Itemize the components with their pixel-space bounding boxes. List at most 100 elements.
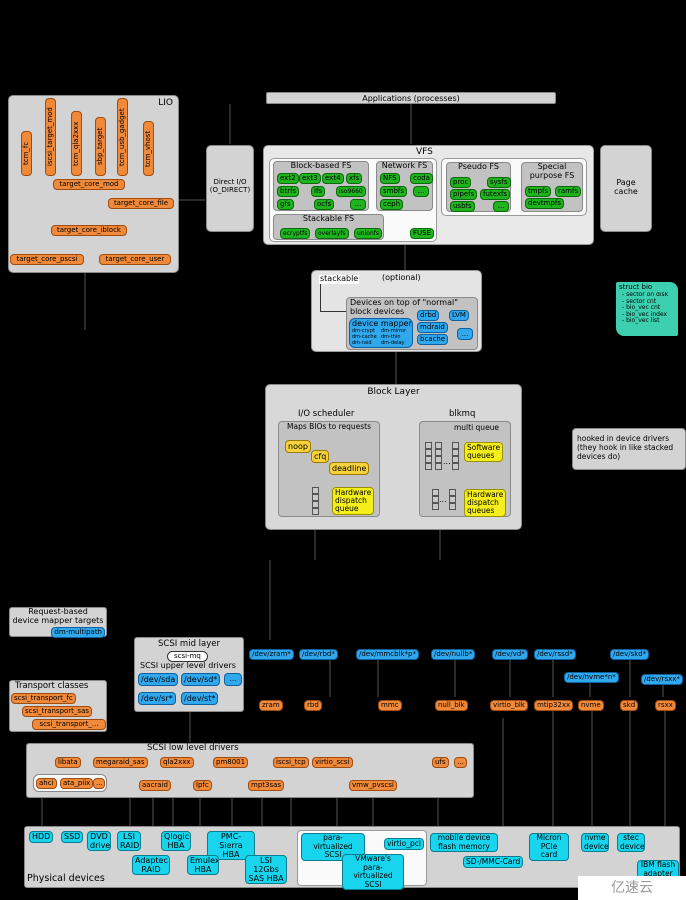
- scsi-upper-item: /dev/sr*: [138, 692, 176, 705]
- physical-device: DVD drive: [87, 831, 111, 851]
- block-driver: mtip32xx: [534, 700, 574, 711]
- libata-driver-more: ...: [93, 778, 105, 789]
- block-driver: mmc: [378, 700, 402, 711]
- scsi-mid-title: SCSI mid layer: [158, 639, 220, 649]
- stacked-item: LVM: [449, 310, 469, 321]
- queue-slot: [452, 442, 459, 449]
- transport-item: scsi_transport_sas: [22, 706, 93, 717]
- fs-item: ext4: [322, 173, 344, 184]
- scsi-upper-item: /dev/sda: [138, 673, 179, 686]
- io-scheduler-group: Maps BIOs to requests noop cfq deadline …: [278, 421, 380, 517]
- dev-node: /dev/skd*: [610, 649, 650, 660]
- queue-slot: [312, 487, 319, 494]
- physical-device: mobile device flash memory: [430, 833, 498, 852]
- scsi-driver: ufs: [432, 757, 449, 768]
- scsi-driver: qla2xxx: [160, 757, 194, 768]
- libata-driver: ahci: [36, 778, 57, 789]
- queue-slot: [449, 489, 456, 496]
- scsi-driver: lpfc: [193, 780, 212, 791]
- libata-group: ahci ata_piix ...: [33, 774, 107, 792]
- queue-slot: [425, 442, 432, 449]
- scheduler-cfq: cfq: [311, 450, 330, 463]
- queue-slot: [435, 442, 442, 449]
- physical-device: Emulex HBA: [187, 855, 219, 875]
- vfs-right-group: Pseudo FS proc sysfs pipefs futexfs usbf…: [441, 158, 587, 216]
- fabric-module: tcm_vhost: [143, 121, 154, 176]
- lio-backend: target_core_user: [99, 254, 171, 265]
- io-scheduler-title: I/O scheduler: [298, 409, 355, 419]
- virtual-devices-group: para-virtualized SCSI virtio_pci VMware'…: [297, 830, 427, 890]
- stacked-devices-group: Devices on top of "normal" block devices…: [346, 297, 478, 350]
- struct-bio-title: struct bio: [619, 283, 653, 291]
- block-layer-title: Block Layer: [367, 387, 420, 397]
- transport-item: scsi_transport_...: [32, 719, 106, 730]
- hooked-note-line: (they hook in like stacked: [577, 443, 674, 452]
- queue-ellipsis: ...: [439, 495, 447, 504]
- block-driver: rbd: [304, 700, 322, 711]
- blkmq-subtitle: multi queue: [454, 423, 500, 432]
- physical-device: virtio_pci: [384, 838, 424, 850]
- physical-device: nvme device: [581, 833, 609, 852]
- transport-classes-panel: Transport classes scsi_transport_fc scsi…: [9, 680, 107, 732]
- fs-item: coda: [410, 173, 433, 184]
- network-fs: Network FS NFS coda smbfs ... ceph: [376, 161, 433, 211]
- fs-item: overlayfs: [315, 228, 349, 239]
- stackable-fs-title: Stackable FS: [302, 214, 355, 223]
- fs-item: iso9660: [336, 186, 366, 197]
- fs-item: sysfs: [487, 177, 511, 188]
- page-cache-box: Page cache: [600, 145, 652, 232]
- physical-title: Physical devices: [27, 873, 105, 884]
- fs-item: ramfs: [555, 186, 582, 197]
- scsi-driver: libata: [55, 757, 81, 768]
- scheduler-noop: noop: [285, 440, 311, 453]
- block-driver: rsxx: [655, 700, 676, 711]
- applications-label: Applications (processes): [362, 94, 460, 103]
- fs-item: ext2: [277, 173, 299, 184]
- vfs-title: VFS: [416, 147, 433, 157]
- dm-multipath: dm-multipath: [51, 627, 105, 638]
- scsi-driver-more: ...: [454, 757, 467, 768]
- queue-slot: [435, 463, 442, 470]
- pseudo-fs-title: Pseudo FS: [458, 162, 499, 171]
- fabric-module: tcm_fc: [21, 131, 32, 176]
- scsi-low-title: SCSI low level drivers: [147, 743, 239, 753]
- hw-dispatch-queues: Hardware dispatch queues: [464, 489, 507, 517]
- block-driver: zram: [259, 700, 283, 711]
- physical-device: LSI 12Gbs SAS HBA: [245, 855, 287, 884]
- physical-device: Micron PCIe card: [529, 833, 569, 861]
- hw-dispatch-queue: Hardware dispatch queue: [332, 487, 375, 515]
- fs-item: proc: [450, 177, 472, 188]
- scsi-upper-item: /dev/sd*: [181, 673, 221, 686]
- queue-slot: [312, 494, 319, 501]
- fs-item: futexfs: [480, 189, 511, 200]
- stacked-item-more: ...: [457, 328, 473, 340]
- vfs-panel: VFS Block-based FS ext2 ext3 ext4 xfs bt…: [263, 145, 594, 245]
- queue-slot: [435, 449, 442, 456]
- request-dm-subtitle: device mapper targets: [12, 615, 104, 625]
- fs-item-more: ...: [493, 201, 509, 212]
- stacked-subtitle: block devices: [350, 307, 405, 316]
- scsi-driver: iscsi_tcp: [273, 757, 309, 768]
- blkmq-title: blkmq: [449, 409, 476, 419]
- fs-item-more: ...: [413, 186, 429, 197]
- fuse: FUSE: [410, 228, 435, 239]
- block-driver: skd: [620, 700, 639, 711]
- io-scheduler-subtitle: Maps BIOs to requests: [287, 422, 372, 431]
- physical-device: SSD: [61, 831, 84, 843]
- fs-item: ceph: [380, 199, 404, 210]
- lio-backend: target_core_iblock: [51, 225, 127, 236]
- fs-item: xfs: [346, 173, 363, 184]
- software-queues: Software queues: [464, 442, 504, 462]
- dev-node: /dev/rssd*: [534, 649, 576, 660]
- physical-device: Adaptec RAID: [132, 855, 170, 875]
- queue-slot: [425, 449, 432, 456]
- device-mapper: device mapper dm-crypt dm-mirror dm-cach…: [349, 318, 413, 348]
- direct-io-box: Direct I/O (O_DIRECT): [206, 145, 254, 232]
- dev-node: /dev/vd*: [492, 649, 528, 660]
- fs-item: unionfs: [354, 228, 382, 239]
- physical-device: VMware's para-virtualized SCSI: [342, 854, 404, 890]
- vfs-left-group: Block-based FS ext2 ext3 ext4 xfs btrfs …: [269, 158, 437, 242]
- block-driver: nvme: [578, 700, 604, 711]
- dev-node: /dev/rsxx*: [641, 674, 683, 685]
- stackable-fs: Stackable FS ecryptfs overlayfs unionfs: [273, 214, 384, 240]
